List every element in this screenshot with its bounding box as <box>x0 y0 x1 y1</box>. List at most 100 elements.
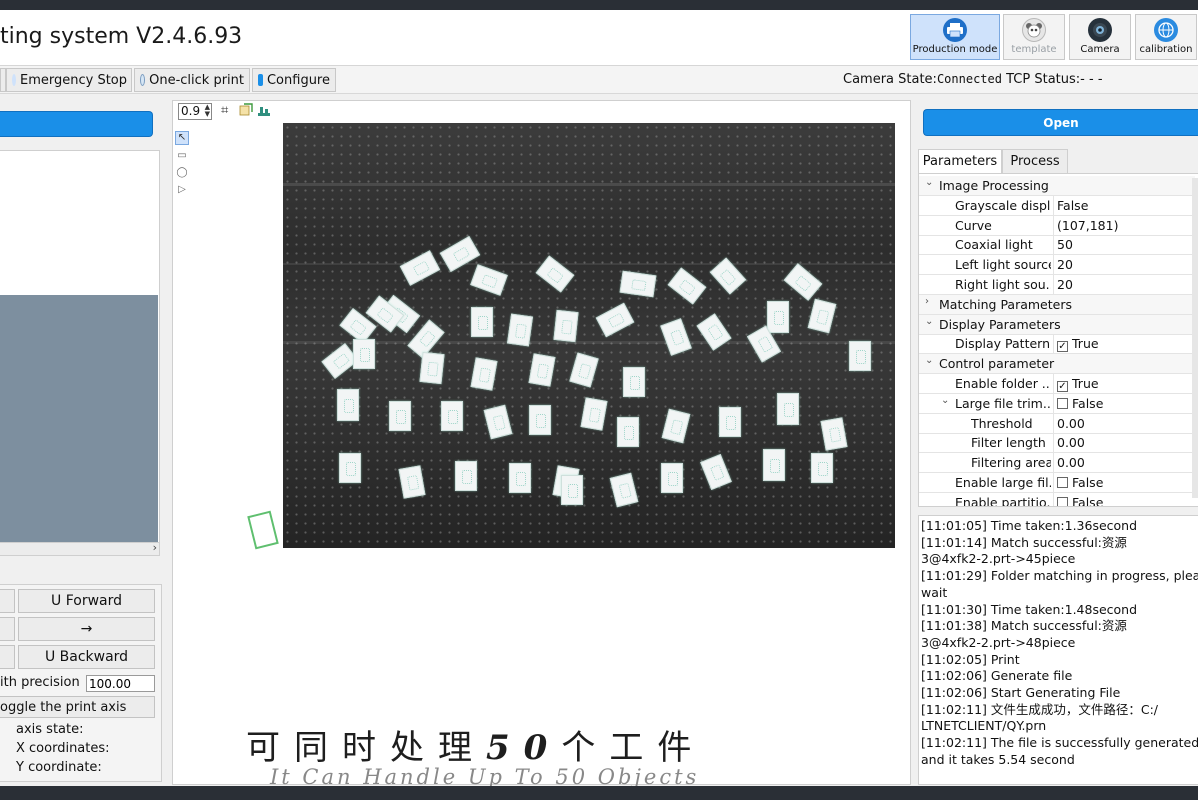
workpiece-card <box>471 307 493 337</box>
property-name: Coaxial light <box>955 237 1033 253</box>
chevron-down-icon[interactable]: ⌄ <box>925 355 933 366</box>
property-value-text: 0.00 <box>1057 455 1085 471</box>
x-coordinates-label: X coordinates: <box>16 741 110 756</box>
property-scrollbar[interactable] <box>1192 178 1198 498</box>
camera-feed-image[interactable] <box>283 123 895 548</box>
checkbox-checked-icon[interactable]: ✓ <box>1057 341 1068 353</box>
property-value[interactable]: 50 <box>1057 237 1073 252</box>
left-primary-button[interactable] <box>0 111 153 137</box>
property-row[interactable]: Enable partitio... False <box>919 492 1195 507</box>
log-line: [11:01:14] Match successful:资源 <box>921 534 1127 550</box>
property-value[interactable]: 20 <box>1057 277 1073 292</box>
property-row[interactable]: ⌄ Large file trim... False <box>919 393 1195 414</box>
calibration-button[interactable]: calibration <box>1135 14 1197 60</box>
motion-button-left-3[interactable] <box>0 645 15 669</box>
stop-icon <box>12 74 16 86</box>
property-row[interactable]: Enable folder ... ✓ True <box>919 374 1195 394</box>
select-tool-button[interactable]: ↖ <box>175 131 189 145</box>
left-horizontal-scrollbar[interactable]: › <box>0 541 160 556</box>
property-value[interactable]: 0.00 <box>1057 416 1085 431</box>
align-tool-icon[interactable] <box>257 103 271 117</box>
property-value[interactable]: 0.00 <box>1057 435 1085 450</box>
log-panel: [11:01:05] Time taken:1.36second [11:01:1… <box>918 515 1198 785</box>
chevron-down-icon[interactable]: ⌄ <box>941 395 949 406</box>
property-value[interactable]: False <box>1057 396 1103 411</box>
chevron-down-icon[interactable]: ⌄ <box>925 316 933 327</box>
property-value[interactable]: 20 <box>1057 257 1073 272</box>
property-row[interactable]: Display Pattern ✓ True <box>919 334 1195 355</box>
property-row[interactable]: Curve (107,181) <box>919 215 1195 236</box>
ellipse-tool-icon[interactable]: ◯ <box>176 167 188 179</box>
spin-arrows-icon[interactable]: ▲ ▼ <box>205 104 210 118</box>
property-value-text: False <box>1072 395 1104 411</box>
motion-button-left-1[interactable] <box>0 589 15 613</box>
log-line: 3@4xfk2-2.prt->45piece <box>921 551 1076 567</box>
camera-label: Camera <box>1080 44 1120 55</box>
property-row[interactable]: Enable large fil... False <box>919 473 1195 493</box>
production-mode-button[interactable]: Production mode <box>910 14 1000 60</box>
rectangle-tool-icon[interactable]: ▭ <box>176 150 188 162</box>
chinese-caption-tail: 个工件 <box>561 728 706 768</box>
property-row[interactable]: Coaxial light 50 <box>919 235 1195 256</box>
emergency-stop-button[interactable]: Emergency Stop <box>6 68 132 92</box>
property-name: Curve <box>955 217 992 233</box>
globe-icon <box>1154 18 1178 42</box>
property-value[interactable]: (107,181) <box>1057 218 1118 233</box>
property-value[interactable]: ✓ True <box>1057 336 1099 353</box>
property-name: Filtering area <box>971 455 1051 471</box>
precision-input[interactable] <box>86 675 155 692</box>
zoom-spinbox[interactable]: 0.9 ▲ ▼ <box>178 103 212 120</box>
property-row[interactable]: Threshold 0.00 <box>919 413 1195 434</box>
chevron-right-icon[interactable]: › <box>925 296 929 307</box>
polygon-tool-icon[interactable]: ▷ <box>176 184 188 196</box>
template-button[interactable]: template <box>1003 14 1065 60</box>
property-category[interactable]: ⌄ Control parameter <box>919 354 1195 375</box>
u-backward-button[interactable]: U Backward <box>18 645 155 669</box>
tab-process[interactable]: Process <box>1002 149 1068 173</box>
property-value[interactable]: False <box>1057 475 1103 490</box>
property-category[interactable]: ⌄ Display Parameters <box>919 314 1195 335</box>
property-value[interactable]: 0.00 <box>1057 455 1085 470</box>
property-value[interactable]: False <box>1057 495 1103 506</box>
checkbox-unchecked-icon[interactable] <box>1057 496 1068 506</box>
calibration-label: calibration <box>1139 44 1193 55</box>
tab-parameters[interactable]: Parameters <box>918 149 1002 173</box>
configure-button[interactable]: Configure <box>252 68 336 92</box>
property-grid: ⌄ Image Processing Grayscale displ... False… <box>918 173 1198 507</box>
toggle-print-axis-button[interactable]: oggle the print axis <box>0 696 155 718</box>
motion-button-left-2[interactable] <box>0 617 15 641</box>
property-row[interactable]: Left light source 20 <box>919 255 1195 276</box>
property-value[interactable]: False <box>1057 198 1088 213</box>
one-click-print-button[interactable]: One-click print <box>134 68 250 92</box>
column-divider <box>1053 413 1054 434</box>
checkbox-unchecked-icon[interactable] <box>1057 477 1068 488</box>
property-row[interactable]: Filter length 0.00 <box>919 433 1195 454</box>
tcp-status-value: - - - <box>1080 72 1103 87</box>
property-category[interactable]: ⌄ Image Processing <box>919 176 1195 196</box>
checkbox-checked-icon[interactable]: ✓ <box>1057 381 1068 392</box>
camera-button[interactable]: Camera <box>1069 14 1131 60</box>
property-value[interactable]: ✓ True <box>1057 376 1099 392</box>
property-name: Image Processing <box>939 178 1049 193</box>
column-divider <box>1053 255 1054 276</box>
property-value-text: 20 <box>1057 277 1073 292</box>
chevron-down-icon[interactable]: ⌄ <box>925 177 933 188</box>
property-name: Enable partitio... <box>955 494 1051 507</box>
crop-icon[interactable]: ⌗ <box>221 103 228 118</box>
chinese-caption-number: 50 <box>486 728 562 768</box>
move-right-button[interactable]: → <box>18 617 155 641</box>
property-row[interactable]: Filtering area 0.00 <box>919 453 1195 474</box>
property-row[interactable]: Grayscale displ... False <box>919 195 1195 216</box>
image-tool-icon[interactable] <box>239 103 253 117</box>
y-coordinate-label: Y coordinate: <box>16 760 102 775</box>
scroll-right-arrow[interactable]: › <box>153 541 157 554</box>
workpiece-card <box>455 461 477 491</box>
checkbox-unchecked-icon[interactable] <box>1057 397 1068 409</box>
column-divider <box>1053 374 1054 394</box>
property-name: Display Parameters <box>939 316 1061 332</box>
property-row[interactable]: Right light sou... 20 <box>919 275 1195 295</box>
u-forward-button[interactable]: U Forward <box>18 589 155 613</box>
property-category[interactable]: › Matching Parameters <box>919 294 1195 315</box>
open-button[interactable]: Open <box>923 109 1198 136</box>
zoom-value: 0.9 <box>181 104 201 118</box>
